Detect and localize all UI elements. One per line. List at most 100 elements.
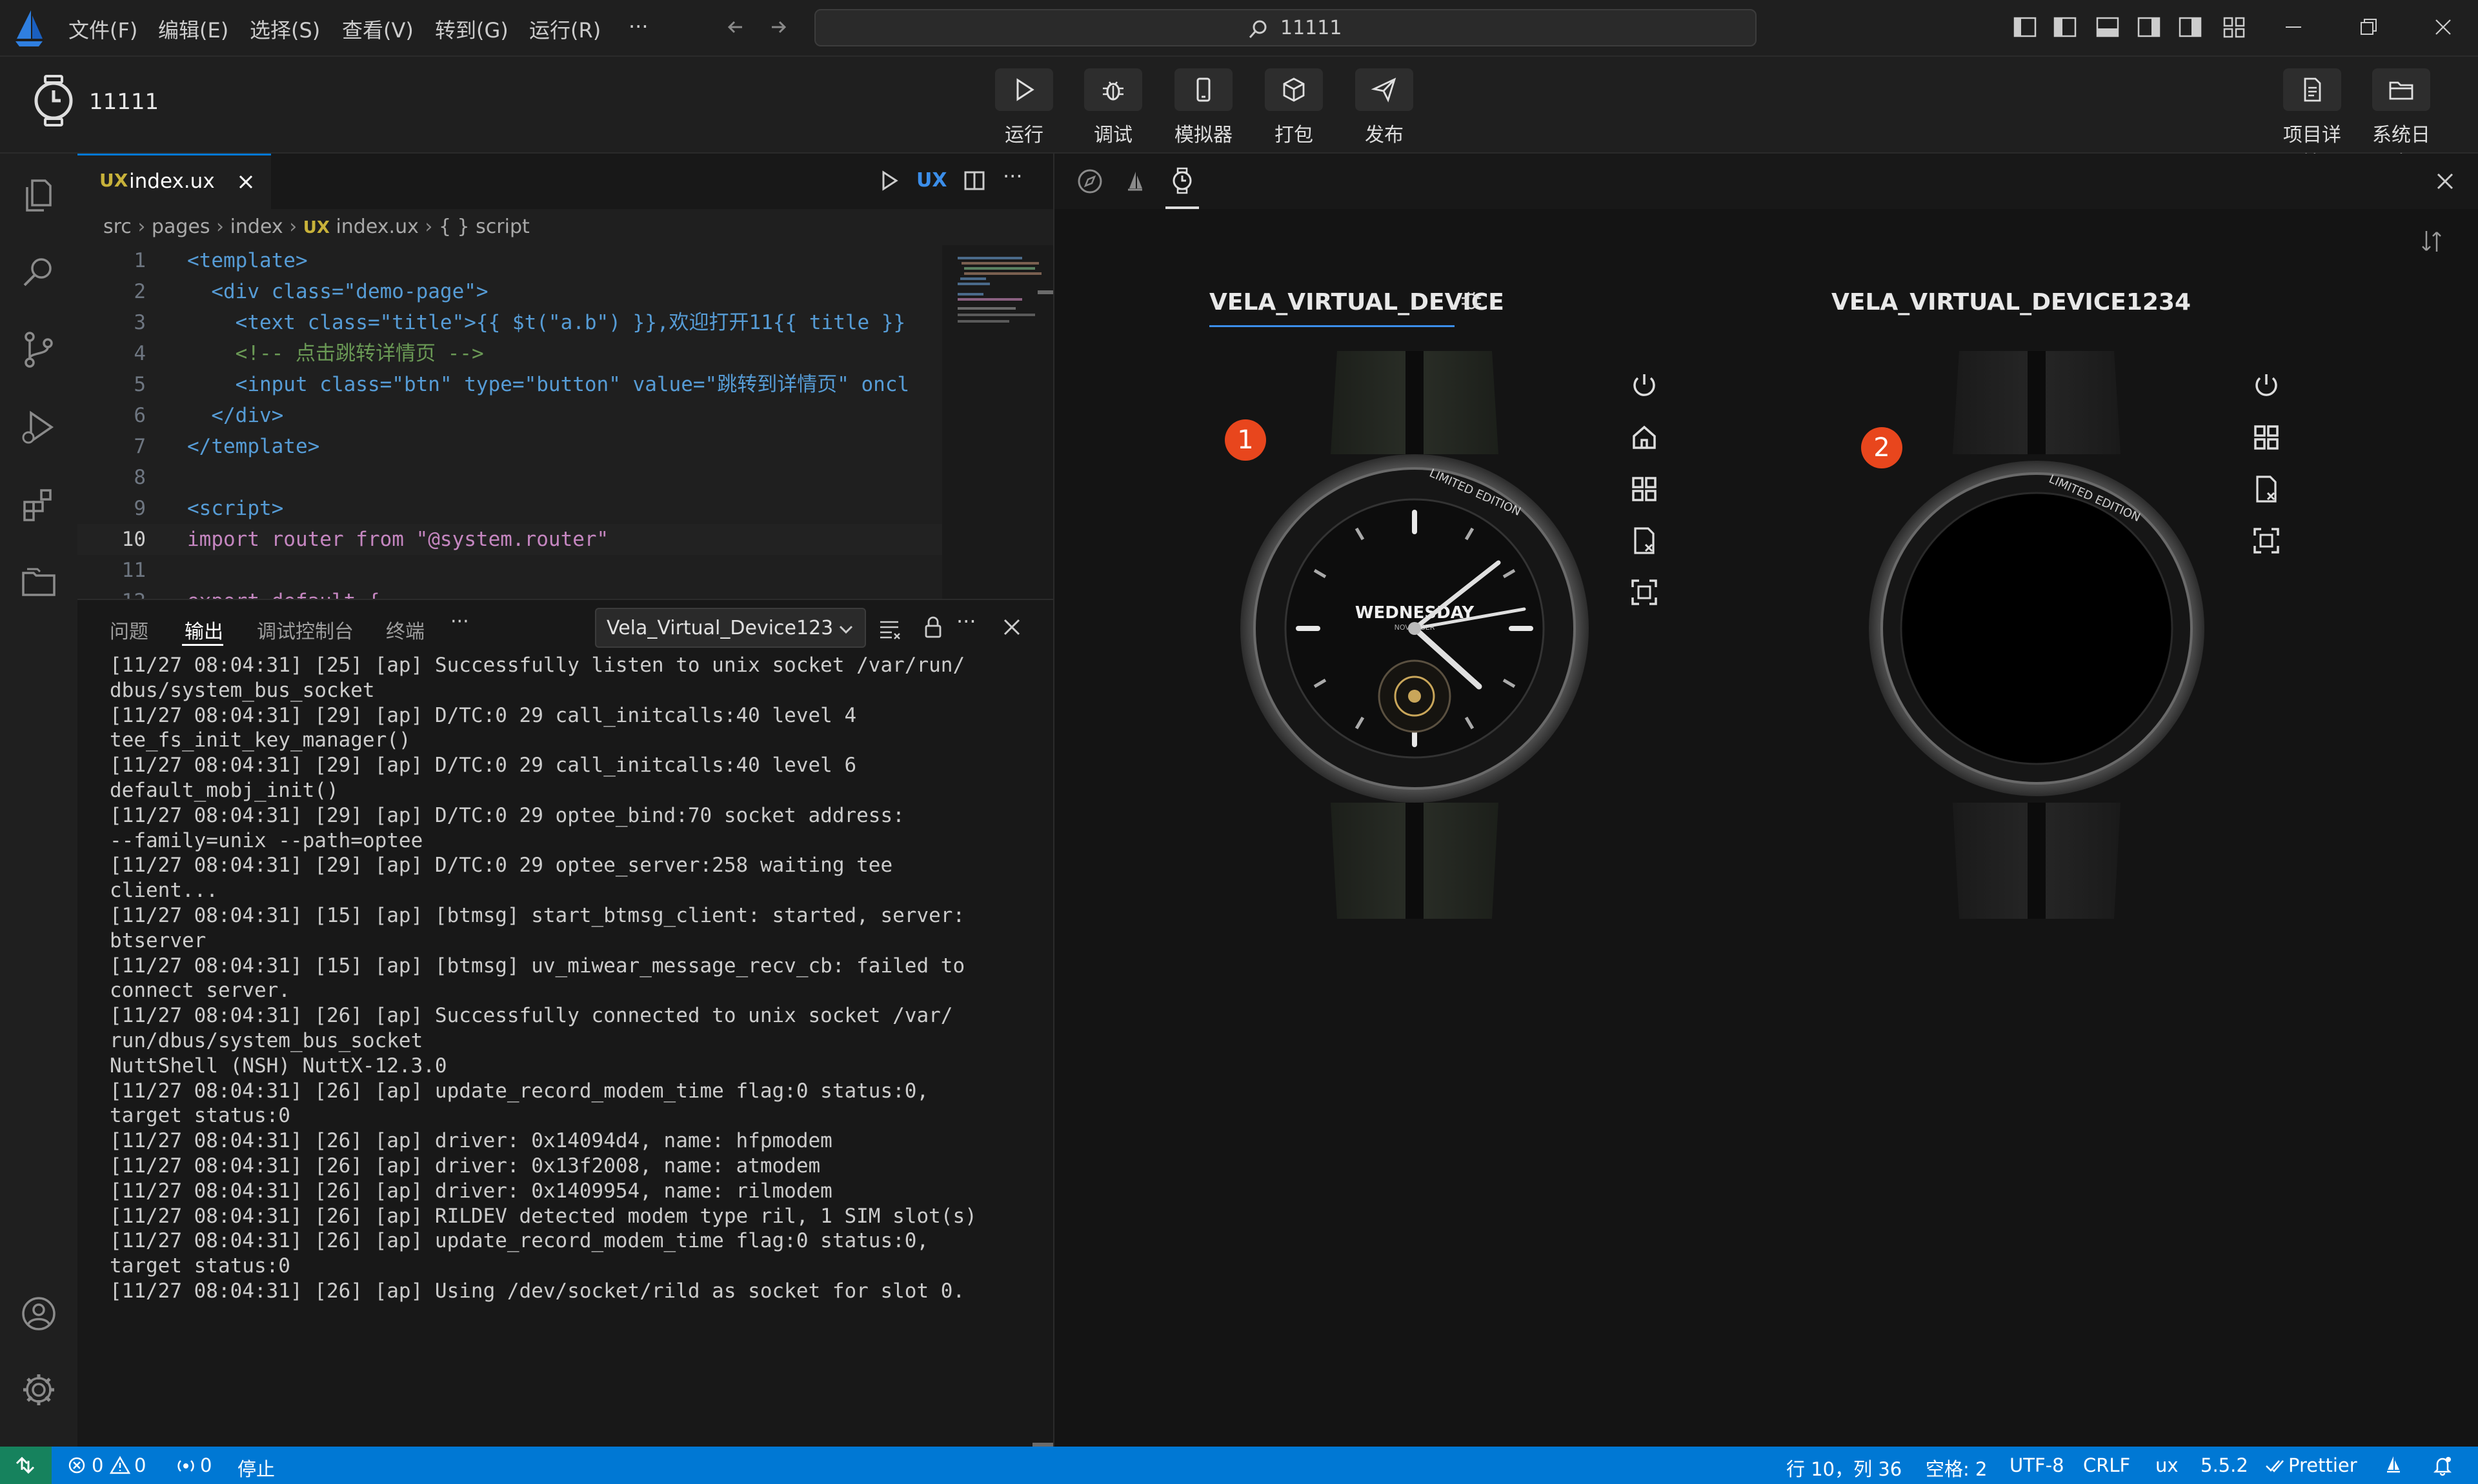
ux-preview-button[interactable]: UX	[916, 169, 947, 192]
screenshot-icon[interactable]	[2251, 525, 2282, 556]
watch-device-1[interactable]: LIMITED EDITION WEDNESDAY NOVEMBER	[1227, 351, 1602, 932]
panel-more-actions[interactable]: ···	[956, 609, 976, 634]
menu-more[interactable]: ···	[629, 14, 649, 39]
menu-edit[interactable]: 编辑(E)	[158, 14, 228, 44]
stop-button[interactable]: 停止	[237, 1454, 275, 1481]
menu-selection[interactable]: 选择(S)	[250, 14, 320, 44]
clear-output-icon[interactable]	[876, 616, 902, 641]
screenshot-icon[interactable]	[1629, 577, 1660, 608]
breadcrumb-file[interactable]: index.ux	[336, 216, 418, 238]
command-search-box[interactable]: 11111	[814, 9, 1757, 46]
output-log[interactable]: [11/27 08:04:31] [25] [ap] Successfully …	[77, 652, 1045, 1445]
project-details-button[interactable]: 项目详情	[2274, 68, 2350, 175]
publish-button[interactable]: 发布	[1346, 68, 1422, 146]
ports-count[interactable]: 0	[200, 1454, 212, 1476]
editor-more-actions[interactable]: ···	[1003, 164, 1023, 188]
search-icon	[1249, 20, 1267, 38]
error-icon[interactable]	[67, 1456, 86, 1475]
close-window-icon[interactable]	[2430, 14, 2456, 40]
device-2-title[interactable]: VELA_VIRTUAL_DEVICE1234	[1831, 289, 2191, 316]
toggle-auxiliary-bar-icon[interactable]	[2177, 14, 2203, 40]
run-and-debug-icon[interactable]	[18, 406, 59, 448]
minimize-icon[interactable]	[2281, 14, 2306, 40]
tab-terminal[interactable]: 终端	[386, 616, 425, 644]
warning-count[interactable]: 0	[134, 1454, 146, 1476]
breadcrumb-src[interactable]: src	[103, 216, 132, 238]
sailboat-icon[interactable]	[2384, 1454, 2403, 1476]
watch-device-2[interactable]: LIMITED EDITION	[1849, 351, 2224, 932]
forward-arrow-icon[interactable]	[765, 14, 791, 40]
pack-button[interactable]: 打包	[1256, 68, 1332, 146]
menu-run[interactable]: 运行(R)	[529, 14, 601, 44]
toggle-panel-icon[interactable]	[2095, 14, 2120, 40]
log-line: connect server.	[110, 979, 290, 1003]
menu-file[interactable]: 文件(F)	[68, 14, 137, 44]
breadcrumb-pages[interactable]: pages	[152, 216, 210, 238]
close-tab-icon[interactable]	[236, 172, 256, 192]
log-line: [11/27 08:04:31] [15] [ap] [btmsg] start…	[110, 904, 965, 927]
watch-icon[interactable]	[1168, 166, 1196, 195]
power-icon[interactable]	[1629, 370, 1660, 401]
debug-button[interactable]: 调试	[1075, 68, 1151, 146]
restore-icon[interactable]	[2355, 14, 2381, 40]
code-editor: UX index.ux UX ··· src › pages › index ›…	[77, 154, 1053, 599]
accounts-icon[interactable]	[18, 1293, 59, 1334]
ports-icon[interactable]	[176, 1456, 196, 1475]
language-mode[interactable]: ux	[2155, 1454, 2179, 1476]
run-file-icon[interactable]	[878, 169, 901, 192]
toggle-primary-sidebar-icon[interactable]	[2012, 14, 2038, 40]
tab-debug-console[interactable]: 调试控制台	[257, 616, 354, 644]
system-log-button[interactable]: 系统日志	[2363, 68, 2439, 175]
back-arrow-icon[interactable]	[723, 14, 749, 40]
panel-more-tabs[interactable]: ···	[450, 610, 469, 633]
compass-icon[interactable]	[1076, 168, 1103, 195]
breadcrumb-index[interactable]: index	[230, 216, 283, 238]
editor-tab-index-ux[interactable]: UX index.ux	[77, 154, 271, 209]
output-channel-select[interactable]: Vela_Virtual_Device1234	[595, 608, 866, 648]
clear-storage-icon[interactable]	[2251, 474, 2282, 505]
error-count[interactable]: 0	[92, 1454, 103, 1476]
code-area[interactable]: 1 <template> 2 <div class="demo-page"> 3 <t…	[77, 245, 942, 599]
prettier-status[interactable]: Prettier	[2288, 1454, 2357, 1476]
close-preview-icon[interactable]	[2433, 169, 2457, 194]
line-number: 4	[134, 342, 146, 365]
line-number: 5	[134, 373, 146, 396]
home-icon[interactable]	[1629, 422, 1660, 453]
split-editor-icon[interactable]	[963, 169, 986, 192]
project-manager-icon[interactable]	[18, 561, 59, 603]
app-grid-icon[interactable]	[1629, 474, 1660, 505]
breadcrumb-symbol[interactable]: { } script	[439, 216, 530, 238]
customize-layout-icon[interactable]	[2221, 14, 2247, 40]
source-control-icon[interactable]	[18, 329, 59, 370]
debug-bug-icon[interactable]	[1458, 286, 1484, 312]
tab-output[interactable]: 输出	[185, 616, 223, 644]
toggle-secondary-sidebar-icon[interactable]	[2136, 14, 2162, 40]
clear-storage-icon[interactable]	[1629, 525, 1660, 556]
encoding[interactable]: UTF-8	[2010, 1454, 2064, 1476]
remote-indicator[interactable]	[0, 1447, 52, 1484]
warning-icon[interactable]	[110, 1456, 130, 1475]
cursor-position[interactable]: 行 10，列 36	[1786, 1454, 1902, 1481]
sailboat-icon[interactable]	[1122, 168, 1149, 195]
search-icon[interactable]	[18, 252, 59, 293]
lock-scroll-icon[interactable]	[920, 614, 946, 640]
close-panel-icon[interactable]	[1000, 616, 1023, 639]
extensions-icon[interactable]	[18, 484, 59, 525]
explorer-icon[interactable]	[18, 174, 59, 216]
simulator-button[interactable]: 模拟器	[1165, 68, 1242, 146]
gear-icon[interactable]	[18, 1369, 59, 1410]
app-grid-icon[interactable]	[2251, 422, 2282, 453]
run-button[interactable]: 运行	[986, 68, 1062, 146]
rotate-layout-icon[interactable]	[2419, 228, 2444, 254]
power-icon[interactable]	[2251, 370, 2282, 401]
log-line: run/dbus/system_bus_socket	[110, 1029, 423, 1052]
menu-go[interactable]: 转到(G)	[435, 14, 509, 44]
minimap[interactable]	[942, 245, 1053, 599]
indentation[interactable]: 空格: 2	[1926, 1454, 1987, 1481]
line-ending[interactable]: CRLF	[2083, 1454, 2130, 1476]
version[interactable]: 5.5.2	[2201, 1454, 2248, 1476]
tab-problems[interactable]: 问题	[110, 616, 148, 644]
toggle-sidebar-icon[interactable]	[2052, 14, 2078, 40]
menu-view[interactable]: 查看(V)	[342, 14, 414, 44]
bell-icon[interactable]	[2432, 1454, 2453, 1476]
